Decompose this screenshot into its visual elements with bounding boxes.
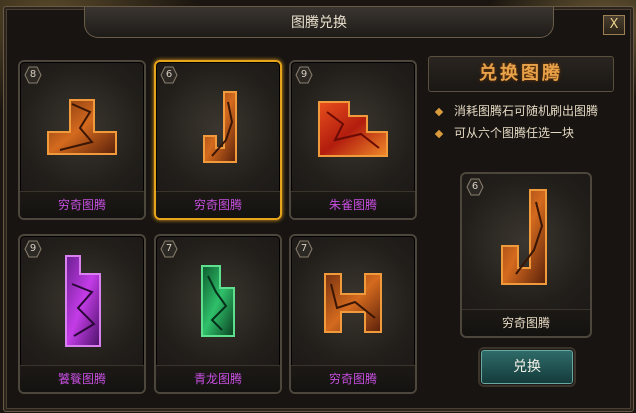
totem-name: 朱雀图腾 <box>291 191 415 218</box>
totem-shape-icon <box>201 265 235 337</box>
selected-totem-preview: 6 穷奇图腾 <box>460 172 592 338</box>
title-bar: 图腾兑换 <box>84 7 554 38</box>
window-title: 图腾兑换 <box>291 15 347 31</box>
totem-name: 青龙图腾 <box>156 365 280 392</box>
totem-slot-5[interactable]: 7 青龙图腾 <box>154 234 282 394</box>
totem-name: 饕餮图腾 <box>20 365 144 392</box>
totem-slot-6[interactable]: 7 穷奇图腾 <box>289 234 417 394</box>
totem-shape-icon <box>318 101 388 157</box>
exchange-panel-title: 兑换图腾 <box>428 56 614 92</box>
totem-shape-icon <box>65 255 101 347</box>
totem-name: 穷奇图腾 <box>156 191 280 218</box>
exchange-button[interactable]: 兑换 <box>480 349 574 385</box>
info-item: 消耗图腾石可随机刷出图腾 <box>434 100 626 122</box>
close-button[interactable]: X <box>603 15 625 35</box>
totem-slot-3[interactable]: 9 朱雀图腾 <box>289 60 417 220</box>
totem-shape-icon <box>47 99 117 155</box>
diamond-bullet-icon <box>434 107 444 116</box>
totem-shape-icon <box>324 273 382 333</box>
totem-slot-2[interactable]: 6 穷奇图腾 <box>154 60 282 220</box>
exchange-info-list: 消耗图腾石可随机刷出图腾 可从六个图腾任选一块 <box>434 100 626 144</box>
info-item: 可从六个图腾任选一块 <box>434 122 626 144</box>
totem-shape-icon <box>501 189 547 285</box>
totem-shape-icon <box>203 91 237 163</box>
totem-slot-4[interactable]: 9 饕餮图腾 <box>18 234 146 394</box>
totem-slot-1[interactable]: 8 穷奇图腾 <box>18 60 146 220</box>
totem-name: 穷奇图腾 <box>291 365 415 392</box>
totem-name: 穷奇图腾 <box>20 191 144 218</box>
diamond-bullet-icon <box>434 129 444 138</box>
preview-totem-name: 穷奇图腾 <box>462 309 590 336</box>
